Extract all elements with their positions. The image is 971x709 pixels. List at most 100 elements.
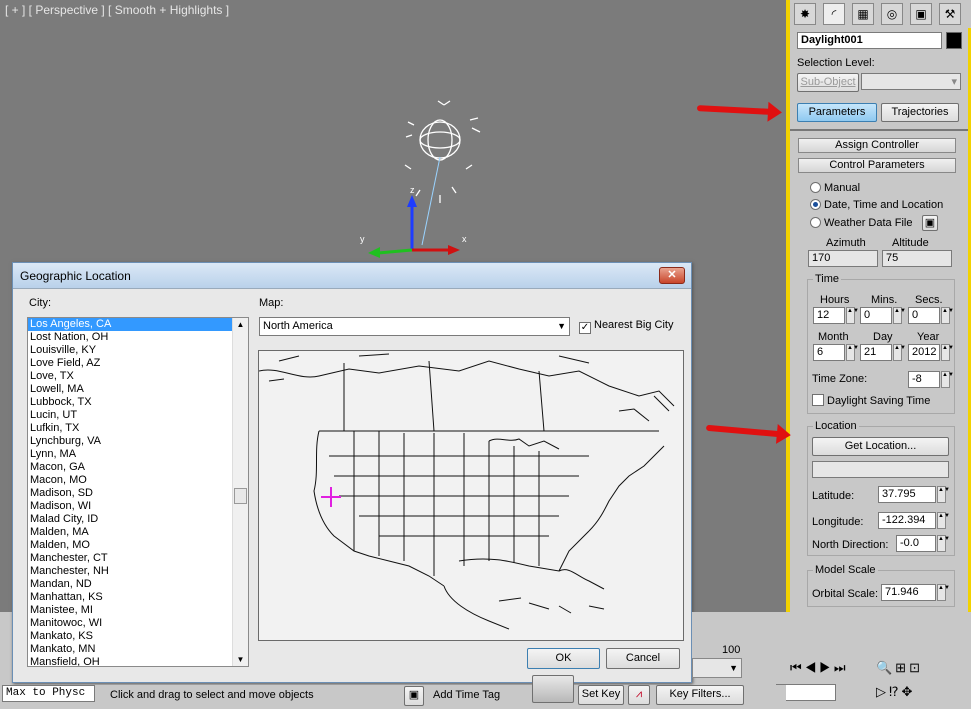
latitude-spinner[interactable]: ▲▼ (937, 486, 950, 503)
daylight-gizmo[interactable]: z x y (360, 95, 520, 265)
latitude-input[interactable]: 37.795 (878, 486, 936, 503)
trajectories-button[interactable]: Trajectories (881, 103, 959, 122)
city-list-item[interactable]: Macon, GA (28, 461, 248, 474)
city-list-item[interactable]: Macon, MO (28, 474, 248, 487)
dialog-title-bar[interactable]: Geographic Location ✕ (13, 263, 691, 289)
orbital-scale-input[interactable]: 71.946 (881, 584, 936, 601)
utilities-icon[interactable]: ⚒ (939, 3, 961, 25)
city-list-item[interactable]: Madison, SD (28, 487, 248, 500)
chevron-down-icon[interactable]: ▼ (557, 319, 566, 334)
city-list-item[interactable]: Manistee, MI (28, 604, 248, 617)
key-filters-button[interactable]: Key Filters... (656, 685, 744, 705)
city-list-item[interactable]: Lost Nation, OH (28, 331, 248, 344)
city-list-item[interactable]: Manchester, CT (28, 552, 248, 565)
weather-file-setup-button[interactable]: ▣ (922, 215, 938, 231)
nearest-big-city-checkbox[interactable]: ✓ (579, 322, 591, 334)
get-location-button[interactable]: Get Location... (812, 437, 949, 456)
day-input[interactable]: 21 (860, 344, 892, 361)
city-list-item[interactable]: Love Field, AZ (28, 357, 248, 370)
city-list-item[interactable]: Mankato, KS (28, 630, 248, 643)
playback-controls-icon[interactable]: ⏮◀▶⏭ (790, 660, 849, 676)
maxscript-listener[interactable]: Max to Physc (2, 685, 95, 702)
city-list-item[interactable]: Lucin, UT (28, 409, 248, 422)
nearest-big-city-option[interactable]: ✓ Nearest Big City (579, 319, 673, 334)
mode-date-time-location[interactable]: Date, Time and Location (810, 199, 943, 211)
scroll-down-icon[interactable]: ▼ (233, 653, 248, 666)
radio-weather-data-file[interactable] (810, 217, 821, 228)
year-spinner[interactable]: ▲▼ (941, 344, 954, 361)
city-list-item[interactable]: Manhattan, KS (28, 591, 248, 604)
city-list[interactable]: Los Angeles, CA Lost Nation, OH Louisville… (27, 317, 249, 667)
auto-key-button[interactable] (532, 675, 574, 703)
control-parameters-rollout[interactable]: Control Parameters (798, 158, 956, 173)
add-time-tag[interactable]: Add Time Tag (433, 689, 500, 701)
city-list-item[interactable]: Malad City, ID (28, 513, 248, 526)
key-curve-icon[interactable]: ⩘ (628, 685, 650, 705)
sub-object-button[interactable]: Sub-Object (797, 73, 859, 92)
city-list-item[interactable]: Mansfield, OH (28, 656, 248, 666)
radio-manual[interactable] (810, 182, 821, 193)
city-list-item[interactable]: Louisville, KY (28, 344, 248, 357)
city-list-item[interactable]: Lynn, MA (28, 448, 248, 461)
mins-spinner[interactable]: ▲▼ (893, 307, 906, 324)
mode-manual[interactable]: Manual (810, 182, 860, 194)
day-spinner[interactable]: ▲▼ (893, 344, 906, 361)
north-direction-spinner[interactable]: ▲▼ (937, 535, 950, 552)
set-key-button[interactable]: Set Key (578, 685, 624, 705)
city-list-item[interactable]: Mankato, MN (28, 643, 248, 656)
year-input[interactable]: 2012 (908, 344, 940, 361)
create-icon[interactable]: ✸ (794, 3, 816, 25)
daylight-saving-checkbox[interactable] (812, 394, 824, 406)
assign-controller-rollout[interactable]: Assign Controller (798, 138, 956, 153)
north-direction-input[interactable]: -0.0 (896, 535, 936, 552)
viewport-label[interactable]: [ + ] [ Perspective ] [ Smooth + Highlig… (5, 3, 229, 17)
month-input[interactable]: 6 (813, 344, 845, 361)
city-list-scrollbar[interactable]: ▲ ▼ (232, 318, 248, 666)
hours-spinner[interactable]: ▲▼ (846, 307, 859, 324)
close-icon[interactable]: ✕ (659, 267, 685, 284)
scroll-up-icon[interactable]: ▲ (233, 318, 248, 331)
sub-object-dropdown[interactable]: ▾ (861, 73, 961, 90)
motion-icon[interactable]: ◎ (881, 3, 903, 25)
city-list-item[interactable]: Madison, WI (28, 500, 248, 513)
hours-input[interactable]: 12 (813, 307, 845, 324)
north-america-map[interactable] (258, 350, 684, 641)
time-tag-icon[interactable]: ▣ (404, 686, 424, 706)
secs-input[interactable]: 0 (908, 307, 940, 324)
modify-icon[interactable]: ◜ (823, 3, 845, 25)
city-list-item[interactable]: Lynchburg, VA (28, 435, 248, 448)
longitude-spinner[interactable]: ▲▼ (937, 512, 950, 529)
scroll-thumb[interactable] (234, 488, 247, 504)
object-color-swatch[interactable] (946, 32, 962, 49)
city-list-item[interactable]: Lubbock, TX (28, 396, 248, 409)
city-list-item[interactable]: Manchester, NH (28, 565, 248, 578)
parameters-button[interactable]: Parameters (797, 103, 877, 122)
daylight-saving-option[interactable]: Daylight Saving Time (812, 394, 930, 407)
city-list-item[interactable]: Lufkin, TX (28, 422, 248, 435)
display-icon[interactable]: ▣ (910, 3, 932, 25)
time-zone-input[interactable]: -8 (908, 371, 940, 388)
map-dropdown[interactable]: North America ▼ (259, 317, 570, 336)
month-spinner[interactable]: ▲▼ (846, 344, 859, 361)
mode-weather-data-file[interactable]: Weather Data File (810, 217, 912, 229)
city-list-item[interactable]: Love, TX (28, 370, 248, 383)
city-list-item[interactable]: Mandan, ND (28, 578, 248, 591)
view-navigation-icons[interactable]: 🔍⊞⊡ (876, 660, 923, 676)
mins-input[interactable]: 0 (860, 307, 892, 324)
orbit-pan-icons[interactable]: ▷⁉✥ (876, 684, 915, 700)
city-list-item[interactable]: Manitowoc, WI (28, 617, 248, 630)
ok-button[interactable]: OK (527, 648, 600, 669)
city-list-item[interactable]: Malden, MA (28, 526, 248, 539)
secs-spinner[interactable]: ▲▼ (941, 307, 954, 324)
cancel-button[interactable]: Cancel (606, 648, 680, 669)
time-zone-spinner[interactable]: ▲▼ (941, 371, 954, 388)
city-list-item[interactable]: Los Angeles, CA (28, 318, 248, 331)
radio-date-time-location[interactable] (810, 199, 821, 210)
hierarchy-icon[interactable]: ▦ (852, 3, 874, 25)
object-name-field[interactable]: Daylight001 (797, 32, 942, 49)
key-mode-dropdown[interactable]: ▼ (692, 658, 742, 678)
city-list-item[interactable]: Lowell, MA (28, 383, 248, 396)
longitude-input[interactable]: -122.394 (878, 512, 936, 529)
city-list-item[interactable]: Malden, MO (28, 539, 248, 552)
orbital-scale-spinner[interactable]: ▲▼ (937, 584, 950, 601)
